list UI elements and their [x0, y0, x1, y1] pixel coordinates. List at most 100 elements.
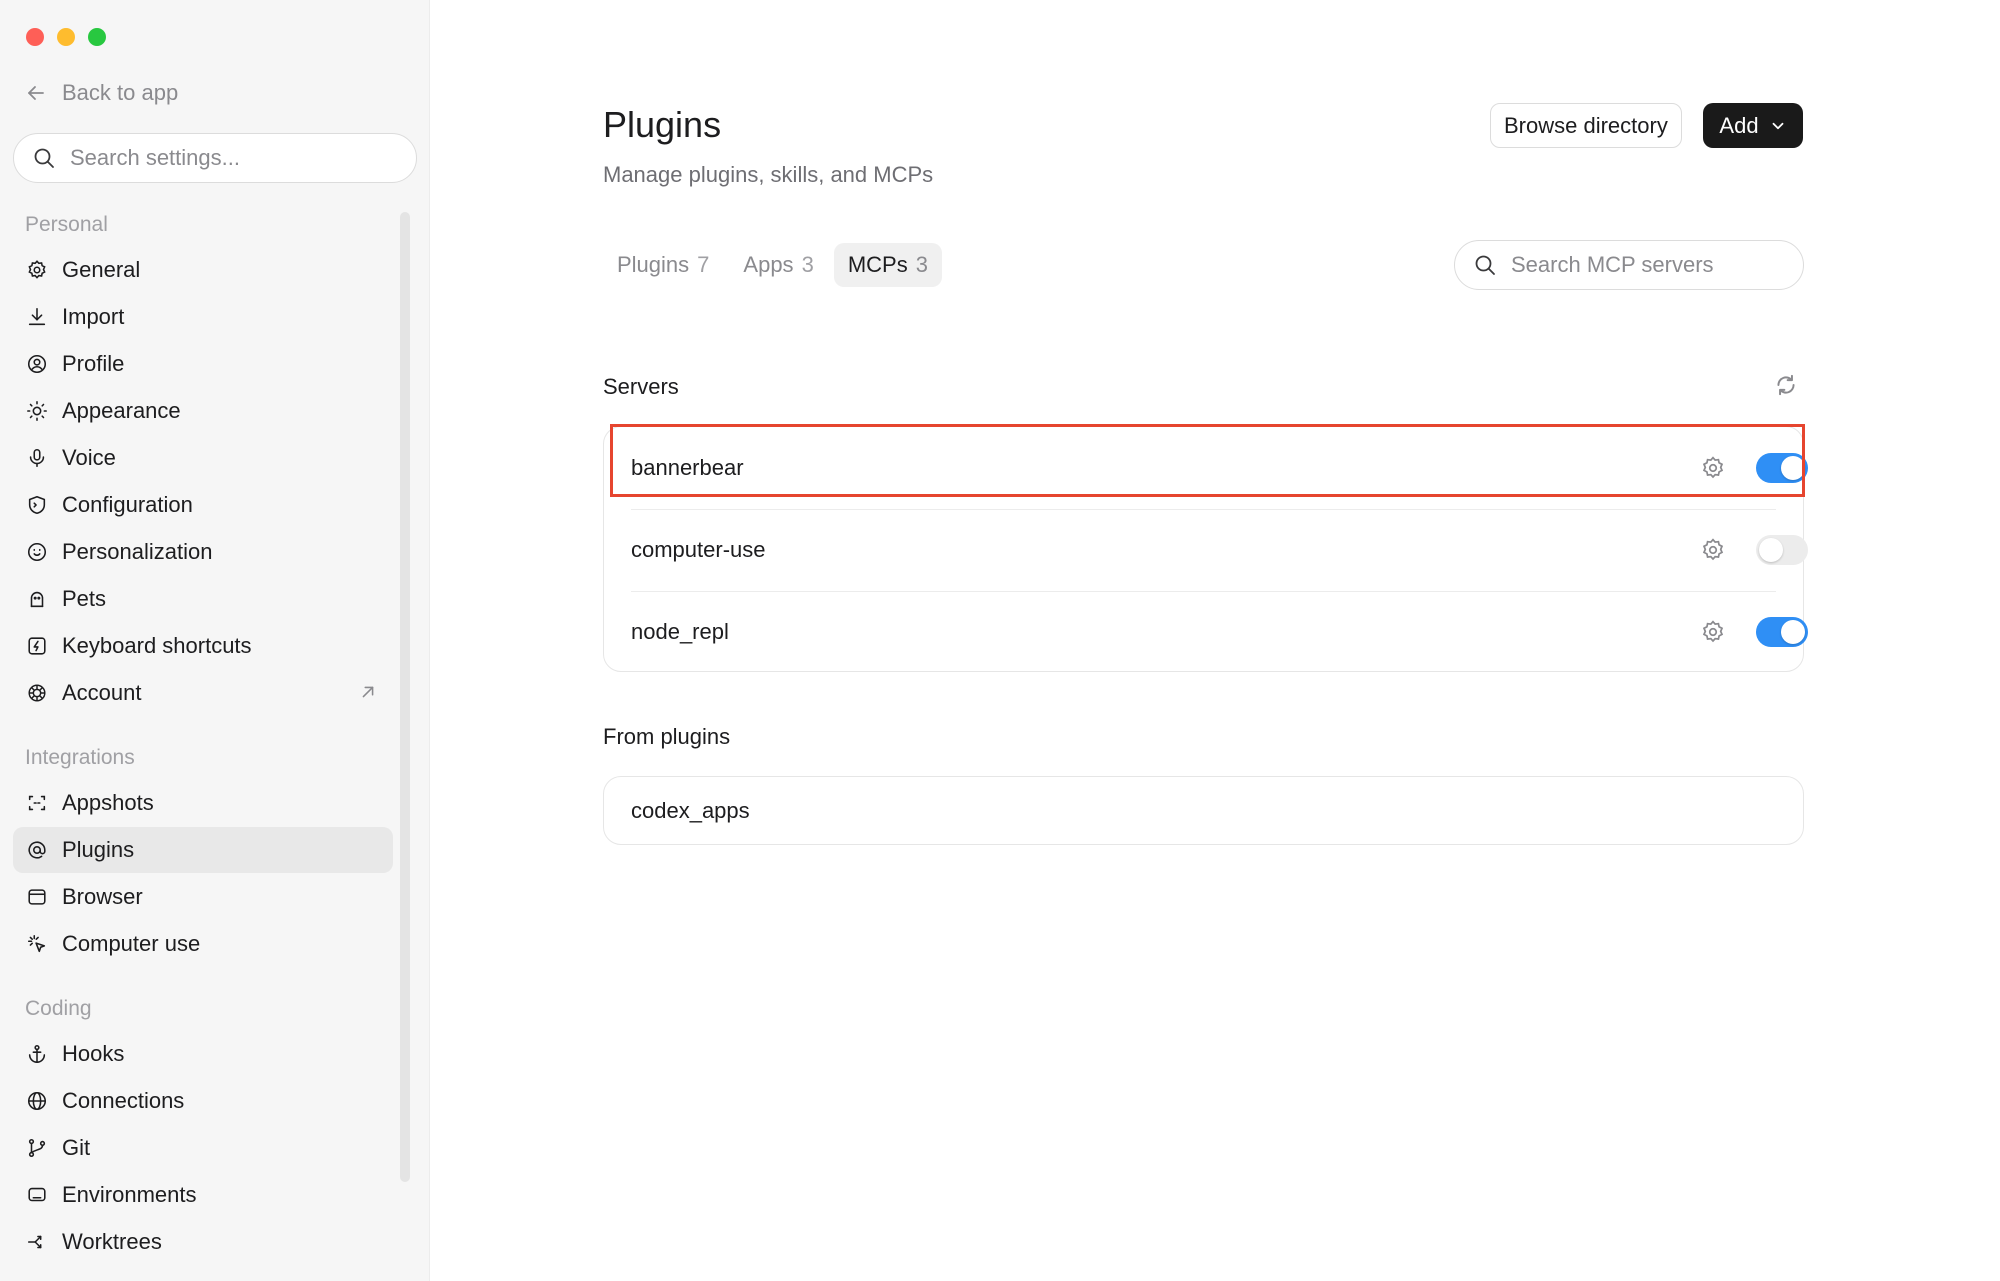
microphone-icon: [25, 446, 49, 470]
tab-count: 3: [915, 252, 928, 277]
sidebar-item-general[interactable]: General: [13, 247, 393, 293]
at-sign-icon: [25, 838, 49, 862]
tab-count: 3: [801, 252, 814, 277]
tab-mcps[interactable]: MCPs 3: [833, 243, 942, 287]
server-row-codex-apps[interactable]: codex_apps: [604, 777, 1803, 844]
download-icon: [25, 305, 49, 329]
page-title: Plugins: [603, 104, 722, 145]
page-subtitle: Manage plugins, skills, and MCPs: [603, 162, 934, 187]
monitor-icon: [25, 1183, 49, 1207]
sidebar-item-plugins[interactable]: Plugins: [13, 827, 393, 873]
sidebar-item-personalization[interactable]: Personalization: [13, 529, 393, 575]
settings-search-input[interactable]: [70, 145, 390, 171]
gear-icon[interactable]: [1700, 619, 1726, 645]
bolt-square-icon: [25, 634, 49, 658]
settings-search[interactable]: [13, 133, 417, 183]
mcp-search[interactable]: [1454, 240, 1804, 290]
server-row-bannerbear[interactable]: bannerbear: [604, 427, 1808, 509]
tab-label: Apps: [743, 252, 794, 277]
back-to-app-link[interactable]: Back to app: [24, 80, 178, 106]
toggle-knob: [1781, 456, 1805, 480]
server-enable-toggle[interactable]: [1756, 535, 1808, 565]
server-name: computer-use: [631, 537, 766, 562]
sidebar-item-label: Voice: [62, 445, 116, 470]
sidebar-item-label: Hooks: [62, 1041, 125, 1066]
server-enable-toggle[interactable]: [1756, 617, 1808, 647]
search-icon: [1475, 255, 1495, 275]
chevron-down-icon: [1772, 122, 1783, 129]
sidebar-item-label: Appearance: [62, 398, 181, 423]
toggle-knob: [1759, 538, 1783, 562]
window-controls: [26, 28, 106, 46]
sidebar-item-label: Configuration: [62, 492, 193, 517]
sidebar-item-git[interactable]: Git: [13, 1125, 393, 1171]
git-branch-icon: [25, 1136, 49, 1160]
plugin-tabs: Plugins 7 Apps 3 MCPs 3: [603, 243, 942, 287]
search-icon: [34, 148, 54, 168]
refresh-icon[interactable]: [1773, 372, 1799, 398]
sidebar-item-label: Keyboard shortcuts: [62, 633, 252, 658]
server-enable-toggle[interactable]: [1756, 453, 1808, 483]
server-name: codex_apps: [631, 797, 750, 823]
server-name: bannerbear: [631, 455, 744, 480]
settings-sidebar: Back to app Personal General Import Prof…: [0, 0, 430, 1281]
sidebar-item-label: Appshots: [62, 790, 154, 815]
smile-circle-icon: [25, 540, 49, 564]
globe-icon: [25, 1089, 49, 1113]
terminal-shield-icon: [25, 493, 49, 517]
tab-label: Plugins: [617, 252, 690, 277]
gear-icon: [25, 258, 49, 282]
sidebar-scrollbar[interactable]: [400, 212, 410, 1182]
capture-frame-icon: [25, 791, 49, 815]
close-window-button[interactable]: [26, 28, 44, 46]
sidebar-item-configuration[interactable]: Configuration: [13, 482, 393, 528]
sidebar-item-account[interactable]: Account: [13, 670, 393, 716]
mcp-search-input[interactable]: [1511, 252, 1791, 278]
worktree-icon: [25, 1230, 49, 1254]
minimize-window-button[interactable]: [57, 28, 75, 46]
sidebar-item-label: Import: [62, 304, 125, 329]
browse-directory-button[interactable]: Browse directory: [1490, 103, 1682, 148]
sidebar-item-label: Git: [62, 1135, 91, 1160]
from-plugins-heading: From plugins: [603, 724, 731, 749]
tab-plugins[interactable]: Plugins 7: [603, 243, 723, 287]
sidebar-item-computer-use[interactable]: Computer use: [13, 921, 393, 967]
toggle-knob: [1781, 620, 1805, 644]
external-link-icon: [362, 686, 374, 698]
sidebar-item-appearance[interactable]: Appearance: [13, 388, 393, 434]
sidebar-item-profile[interactable]: Profile: [13, 341, 393, 387]
add-button[interactable]: Add: [1703, 103, 1803, 148]
sidebar-item-pets[interactable]: Pets: [13, 576, 393, 622]
sidebar-item-import[interactable]: Import: [13, 294, 393, 340]
gear-icon[interactable]: [1700, 455, 1726, 481]
plugins-settings-panel: Plugins Manage plugins, skills, and MCPs…: [430, 0, 2000, 1281]
sidebar-item-environments[interactable]: Environments: [13, 1172, 393, 1218]
sidebar-item-appshots[interactable]: Appshots: [13, 780, 393, 826]
server-row-node-repl[interactable]: node_repl: [604, 591, 1808, 673]
sidebar-item-label: Personalization: [62, 539, 213, 564]
sidebar-item-browser[interactable]: Browser: [13, 874, 393, 920]
back-label: Back to app: [62, 80, 179, 105]
tab-label: MCPs: [847, 252, 908, 277]
sidebar-item-label: Pets: [62, 586, 107, 611]
server-name: node_repl: [631, 619, 729, 644]
sidebar-item-label: Connections: [62, 1088, 185, 1113]
sidebar-item-connections[interactable]: Connections: [13, 1078, 393, 1124]
section-label-coding: Coding: [25, 997, 92, 1020]
server-row-computer-use[interactable]: computer-use: [604, 509, 1808, 591]
sidebar-item-worktrees[interactable]: Worktrees: [13, 1219, 393, 1265]
arrow-left-icon: [28, 86, 44, 100]
section-label-integrations: Integrations: [25, 746, 135, 769]
sidebar-item-voice[interactable]: Voice: [13, 435, 393, 481]
gear-icon[interactable]: [1700, 537, 1726, 563]
sidebar-item-hooks[interactable]: Hooks: [13, 1031, 393, 1077]
sidebar-item-keyboard-shortcuts[interactable]: Keyboard shortcuts: [13, 623, 393, 669]
sun-icon: [25, 399, 49, 423]
sidebar-item-label: Browser: [62, 884, 143, 909]
tab-apps[interactable]: Apps 3: [729, 243, 827, 287]
sidebar-item-label: Plugins: [62, 837, 135, 862]
sidebar-item-label: Worktrees: [62, 1229, 162, 1254]
servers-heading: Servers: [603, 374, 679, 399]
zoom-window-button[interactable]: [88, 28, 106, 46]
section-label-personal: Personal: [25, 213, 108, 236]
